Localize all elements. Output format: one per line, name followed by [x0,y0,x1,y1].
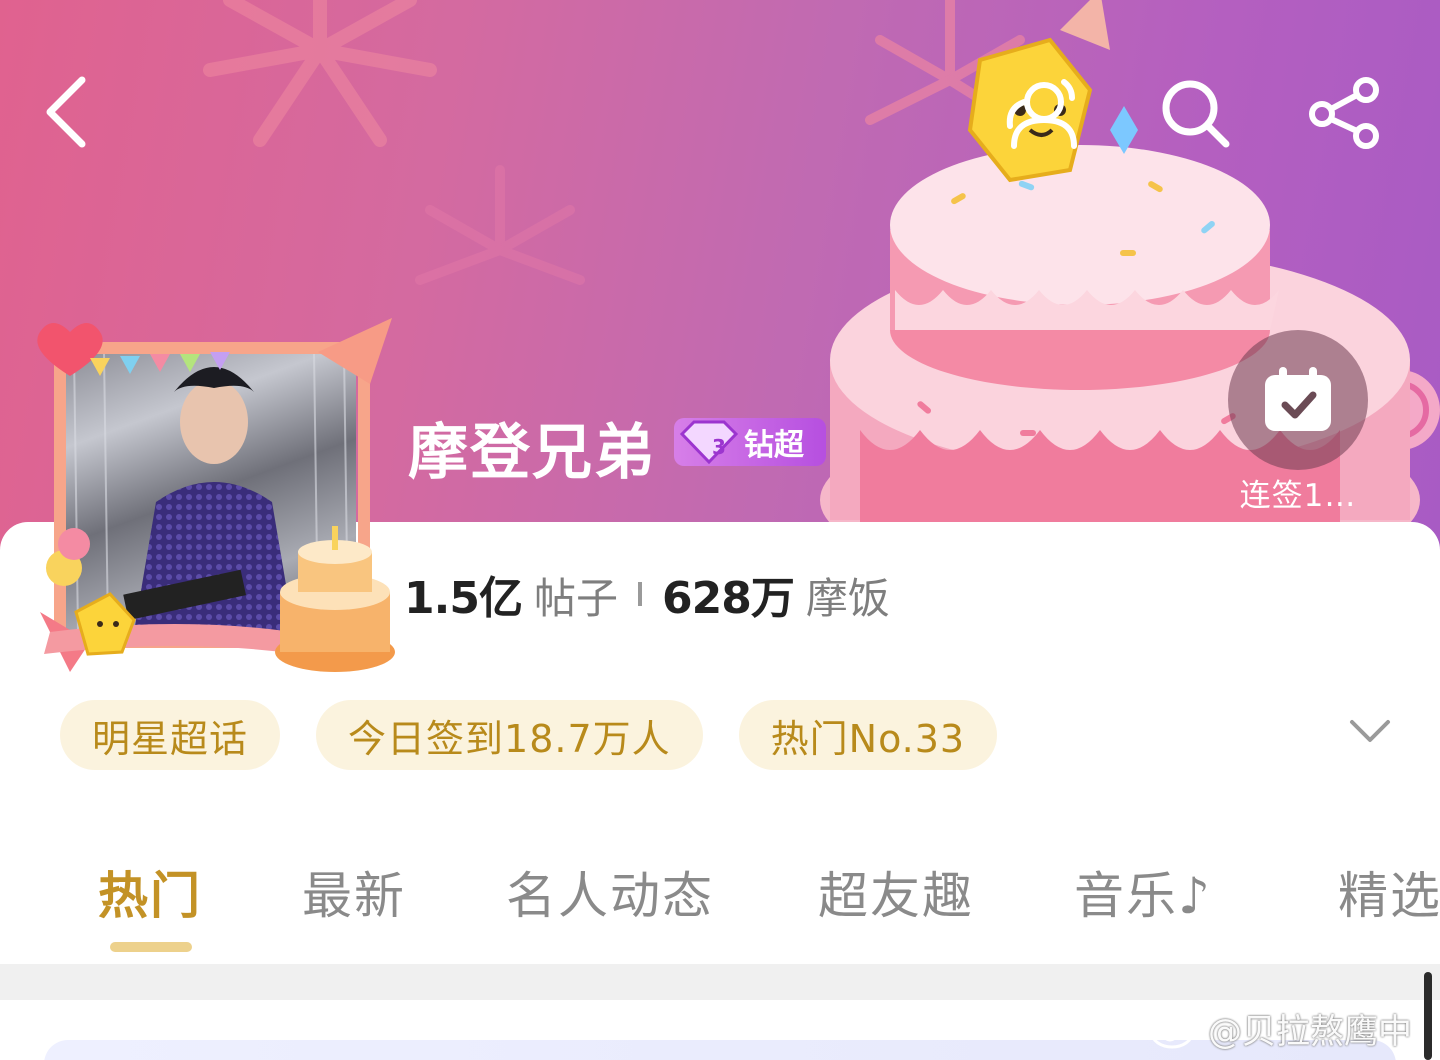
badge-label: 钻超 [744,428,804,463]
tab-celebrity-news[interactable]: 名人动态 [506,856,714,928]
tag-hot-rank[interactable]: 热门No.33 [738,700,998,770]
checkin-button[interactable] [1228,330,1368,470]
posts-label: 帖子 [533,574,618,623]
scrollbar[interactable] [1424,972,1432,1060]
checkin-label: 连签1… [1239,478,1357,514]
firework-decoration [415,165,585,285]
chevron-down-icon[interactable] [1346,712,1394,752]
badge-level-number: 3 [712,435,726,459]
topic-stats: 1.5亿 帖子 628万 摩饭 [404,562,890,626]
stats-divider [637,582,642,606]
members-icon[interactable] [1000,76,1082,150]
watermark-text: @贝拉熬鹰中 [1208,1012,1412,1052]
tab-music[interactable]: 音乐♪ [1074,856,1212,928]
tag-category[interactable]: 明星超话 [60,700,281,770]
firework-decoration [203,0,437,147]
topic-tags: 明星超话 今日签到18.7万人 热门No.33 [60,700,998,770]
level-badge[interactable]: 3 钻超 [674,418,826,466]
share-icon[interactable] [1306,74,1384,152]
birthday-avatar-frame [37,318,395,672]
fans-label: 摩饭 [805,574,890,623]
tab-latest[interactable]: 最新 [302,856,406,928]
section-divider [0,964,1440,1000]
posts-count: 1.5亿 [404,573,523,624]
back-arrow-icon[interactable] [36,70,100,154]
fans-count: 628万 [661,573,795,624]
tab-hot[interactable]: 热门 [98,856,202,928]
watermark: @贝拉熬鹰中 [1150,1004,1412,1053]
diamond-icon: 3 [679,420,739,464]
calendar-check-icon [1265,367,1331,431]
tag-checkin-count[interactable]: 今日签到18.7万人 [316,700,703,770]
content-tabs: 热门 最新 名人动态 超友趣 音乐♪ 精选 [0,856,1440,926]
tab-featured[interactable]: 精选 [1338,856,1440,928]
active-tab-indicator [110,942,192,952]
search-icon[interactable] [1156,74,1234,152]
page-title: 摩登兄弟 [408,418,656,488]
weibo-logo-icon [1150,1013,1200,1048]
tab-fun[interactable]: 超友趣 [818,856,974,928]
